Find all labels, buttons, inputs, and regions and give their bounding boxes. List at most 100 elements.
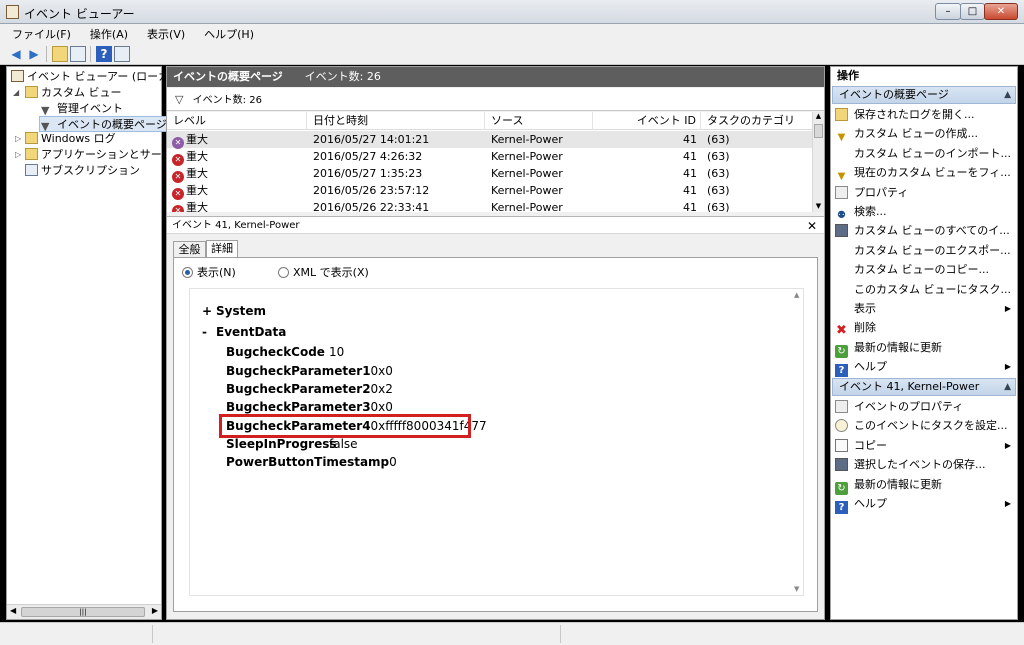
actions-section-event[interactable]: イベント 41, Kernel-Power ▲ [832,378,1016,396]
scroll-right-icon[interactable]: ▶ [152,606,158,615]
tree-item-subscriptions[interactable]: サブスクリプション [25,163,140,179]
action-item[interactable]: カスタム ビューのすべてのイ... [835,221,1017,240]
action-item[interactable]: コピー ▶ [835,436,1017,455]
table-row[interactable]: ✕ 重大 2016/05/27 14:01:21 Kernel-Power 41 … [167,131,812,149]
tree-horizontal-scrollbar[interactable]: ◀ ||| ▶ [7,604,161,619]
page-title: イベントの概要ページ [173,70,283,83]
show-hide-tree-icon[interactable] [70,46,86,62]
scrollbar-thumb[interactable] [814,124,823,138]
menu-file[interactable]: ファイル(F) [0,24,78,42]
radio-button-selected[interactable] [182,267,193,278]
field-key: BugcheckCode [226,345,325,359]
table-row[interactable]: ✕ 重大 2016/05/26 22:33:41 Kernel-Power 41 … [167,199,812,212]
table-row[interactable]: ✕ 重大 2016/05/27 4:26:32 Kernel-Power 41 (… [167,148,812,166]
column-header-level[interactable]: レベル [167,112,307,130]
blank-icon [835,302,848,315]
action-item[interactable]: 保存されたログを開く... [835,105,1017,124]
action-item[interactable]: ↻ 最新の情報に更新 [835,338,1017,358]
action-item[interactable]: イベントのプロパティ [835,397,1017,416]
table-row[interactable]: ✕ 重大 2016/05/26 23:57:12 Kernel-Power 41 … [167,182,812,200]
scroll-left-icon[interactable]: ◀ [10,606,16,615]
scroll-down-icon[interactable]: ▼ [813,202,824,212]
scroll-down-icon[interactable]: ▼ [794,585,799,593]
action-item[interactable]: このカスタム ビューにタスク... [835,280,1017,299]
menu-view[interactable]: 表示(V) [135,24,192,42]
close-detail-icon[interactable]: ✕ [807,217,817,235]
help-icon[interactable]: ? [96,46,112,62]
action-item[interactable]: ✖ 削除 [835,318,1017,337]
menu-action[interactable]: 操作(A) [78,24,135,42]
show-hide-action-pane-icon[interactable] [114,46,130,62]
close-button[interactable]: ✕ [984,3,1018,20]
scrollbar-thumb[interactable]: ||| [21,607,145,617]
radio-button[interactable] [278,267,289,278]
action-label: カスタム ビューのコピー... [854,263,989,277]
collapse-caret-icon[interactable]: ▲ [1004,87,1011,103]
detail-vertical-scrollbar[interactable]: ▲ ▼ [794,289,804,595]
maximize-button[interactable]: □ [960,3,985,20]
action-item[interactable]: ? ヘルプ ▶ [835,357,1017,378]
action-item[interactable]: プロパティ [835,183,1017,202]
row-level: 重大 [186,133,208,146]
row-category: (63) [707,184,730,197]
collapse-caret-icon[interactable]: ▲ [1004,379,1011,395]
scroll-up-icon[interactable]: ▲ [813,112,824,122]
tree-item-custom-views[interactable]: カスタム ビュー [25,85,122,101]
title-bar: イベント ビューアー – □ ✕ [0,0,1024,24]
tree-item-windows-logs[interactable]: Windows ログ [25,131,116,147]
eventdata-node[interactable]: - EventData [202,324,286,340]
expand-triangle-icon[interactable]: ▷ [15,134,21,143]
column-header-event-id[interactable]: イベント ID [593,112,701,130]
filter-bar: ▽ イベント数: 26 [167,88,824,111]
action-item[interactable]: 表示 ▶ [835,299,1017,318]
action-item[interactable]: カスタム ビューのインポート... [835,144,1017,163]
row-event-id: 41 [683,201,697,212]
row-category: (63) [707,167,730,180]
events-table: レベル 日付と時刻 ソース イベント ID タスクのカテゴリ ✕ 重大 2016/… [167,112,812,212]
system-node[interactable]: + System [202,303,266,319]
radio-friendly-view[interactable]: 表示(N) [182,266,236,280]
page-header: イベントの概要ページ イベント数: 26 [167,67,824,87]
collapse-triangle-icon[interactable]: ◢ [13,88,19,97]
action-item[interactable]: ↻ 最新の情報に更新 [835,475,1017,495]
action-item[interactable]: ? ヘルプ ▶ [835,494,1017,514]
expand-triangle-icon[interactable]: ▷ [15,150,21,159]
action-item[interactable]: このイベントにタスクを設定... [835,416,1017,435]
action-item[interactable]: ⚉ 検索... [835,202,1017,221]
action-item[interactable]: カスタム ビューのエクスポー... [835,241,1017,260]
actions-section-overview[interactable]: イベントの概要ページ ▲ [832,86,1016,104]
action-label: 削除 [854,321,876,335]
tree-item-admin-events[interactable]: ▼ 管理イベント [41,101,123,117]
scroll-up-icon[interactable]: ▲ [794,291,799,299]
column-header-task-category[interactable]: タスクのカテゴリ [701,112,812,130]
tab-details[interactable]: 詳細 [206,240,238,258]
action-item[interactable]: ▼ 現在のカスタム ビューをフィ... [835,163,1017,182]
action-label: 選択したイベントの保存... [854,458,986,472]
table-header: レベル 日付と時刻 ソース イベント ID タスクのカテゴリ [167,112,812,130]
forward-arrow-icon[interactable]: ▶ [26,46,42,62]
radio-xml-view[interactable]: XML で表示(X) [278,266,369,280]
tree-item-apps-services[interactable]: アプリケーションとサービ [25,147,173,163]
up-folder-icon[interactable] [52,46,68,62]
row-category: (63) [707,150,730,163]
collapse-minus[interactable]: - [202,324,216,340]
tree-item-overview-page[interactable]: ▼ イベントの概要ページ [39,116,170,133]
row-level: 重大 [186,167,208,180]
column-header-datetime[interactable]: 日付と時刻 [307,112,485,130]
event-data-view: + System - EventData BugcheckCode 10 Bugche… [189,288,804,596]
eventdata-label: EventData [216,325,287,339]
action-label: 最新の情報に更新 [854,477,942,491]
tab-general[interactable]: 全般 [173,241,206,258]
action-item[interactable]: 選択したイベントの保存... [835,455,1017,474]
table-row[interactable]: ✕ 重大 2016/05/27 1:35:23 Kernel-Power 41 (… [167,165,812,183]
back-arrow-icon[interactable]: ◀ [8,46,24,62]
column-header-source[interactable]: ソース [485,112,593,130]
minimize-button[interactable]: – [935,3,961,20]
events-vertical-scrollbar[interactable]: ▲ ▼ [812,112,824,212]
action-item[interactable]: ▼ カスタム ビューの作成... [835,124,1017,143]
expand-plus[interactable]: + [202,303,216,319]
menu-help[interactable]: ヘルプ(H) [192,24,261,42]
action-item[interactable]: カスタム ビューのコピー... [835,260,1017,279]
properties-icon [835,185,848,199]
tree-item-root[interactable]: イベント ビューアー (ローカル [11,69,180,85]
